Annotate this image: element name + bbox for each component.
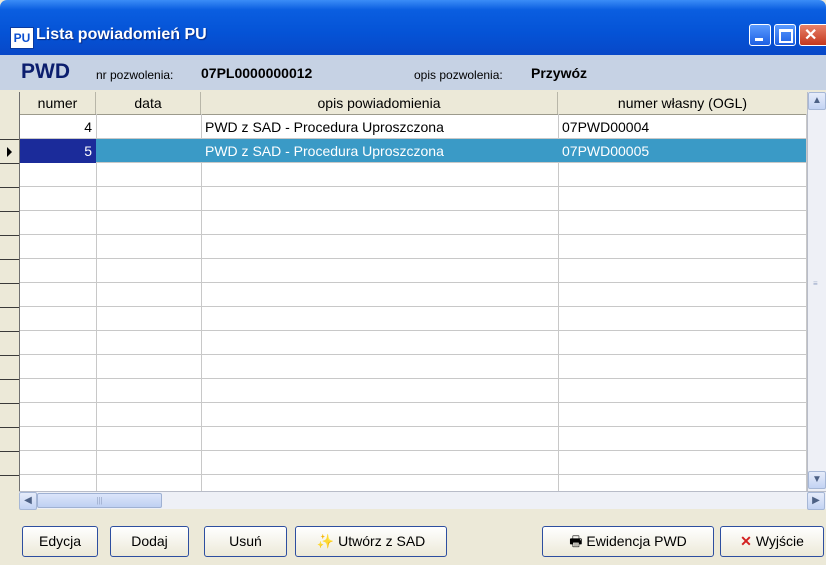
empty-row[interactable] (20, 211, 806, 235)
scroll-right-icon[interactable]: ▶ (807, 492, 825, 510)
table-header: numer data opis powiadomienia numer włas… (20, 92, 826, 115)
cell-opis: PWD z SAD - Procedura Uproszczona (205, 143, 444, 159)
permit-number-label: nr pozwolenia: (96, 68, 174, 82)
window-title: Lista powiadomień PU (36, 26, 207, 43)
horizontal-scroll-thumb[interactable]: ||| (37, 493, 162, 508)
column-header-numer-wlasny[interactable]: numer własny (OGL) (558, 92, 808, 114)
create-from-sad-label: Utwórz z SAD (338, 533, 426, 549)
scroll-left-icon[interactable]: ◀ (19, 492, 37, 510)
edit-button[interactable]: Edycja (22, 526, 98, 557)
empty-row[interactable] (20, 451, 806, 475)
cell-numer: 5 (20, 139, 96, 163)
minimize-button[interactable] (749, 24, 771, 46)
empty-row[interactable] (20, 259, 806, 283)
add-button[interactable]: Dodaj (110, 526, 189, 557)
empty-row[interactable] (20, 379, 806, 403)
notifications-table[interactable]: numer data opis powiadomienia numer włas… (19, 92, 826, 491)
scroll-up-icon[interactable]: ▲ (808, 92, 826, 110)
wand-icon: ✨ (316, 533, 335, 549)
close-x-icon: ✕ (740, 533, 752, 549)
title-bar[interactable]: PU Lista powiadomień PU (0, 0, 826, 55)
empty-row[interactable] (20, 427, 806, 451)
empty-row[interactable] (20, 307, 806, 331)
current-row-arrow-icon (7, 147, 12, 157)
empty-row[interactable] (20, 235, 806, 259)
exit-button[interactable]: ✕ Wyjście (720, 526, 824, 557)
empty-row[interactable] (20, 331, 806, 355)
create-from-sad-button[interactable]: ✨ Utwórz z SAD (295, 526, 447, 557)
empty-row[interactable] (20, 403, 806, 427)
scroll-down-icon[interactable]: ▼ (808, 471, 826, 489)
permit-number-value: 07PL0000000012 (201, 65, 313, 81)
cell-numer-wlasny: 07PWD00004 (562, 119, 650, 135)
pwd-label: PWD (21, 60, 70, 83)
empty-row[interactable] (20, 283, 806, 307)
cell-numer-wlasny: 07PWD00005 (562, 143, 650, 159)
table-row[interactable]: 4 PWD z SAD - Procedura Uproszczona 07PW… (20, 115, 806, 139)
scroll-grip-icon: ≡ (813, 279, 818, 288)
cell-numer: 4 (84, 119, 92, 135)
horizontal-scrollbar[interactable]: ◀ ||| ▶ (19, 491, 826, 510)
exit-label: Wyjście (755, 533, 804, 549)
close-button[interactable] (799, 24, 826, 46)
table-row-selected[interactable]: 5 PWD z SAD - Procedura Uproszczona 07PW… (20, 139, 806, 163)
empty-row[interactable] (20, 187, 806, 211)
maximize-button[interactable] (774, 24, 796, 46)
printer-icon: 🖶 (569, 533, 583, 549)
register-pwd-button[interactable]: 🖶 Ewidencja PWD (542, 526, 714, 557)
delete-button[interactable]: Usuń (204, 526, 287, 557)
cell-data (96, 139, 201, 163)
app-icon: PU (10, 27, 34, 49)
permit-description-value: Przywóz (531, 65, 588, 81)
empty-row[interactable] (20, 163, 806, 187)
column-header-numer[interactable]: numer (20, 92, 96, 114)
cell-data (96, 115, 201, 139)
vertical-scrollbar[interactable]: ▲ ≡ ▼ (807, 92, 826, 491)
column-header-data[interactable]: data (96, 92, 201, 114)
register-pwd-label: Ewidencja PWD (586, 533, 687, 549)
cell-opis: PWD z SAD - Procedura Uproszczona (205, 119, 444, 135)
row-selector-column[interactable] (0, 92, 19, 491)
permit-description-label: opis pozwolenia: (414, 68, 503, 82)
column-header-opis[interactable]: opis powiadomienia (201, 92, 558, 114)
empty-row[interactable] (20, 355, 806, 379)
